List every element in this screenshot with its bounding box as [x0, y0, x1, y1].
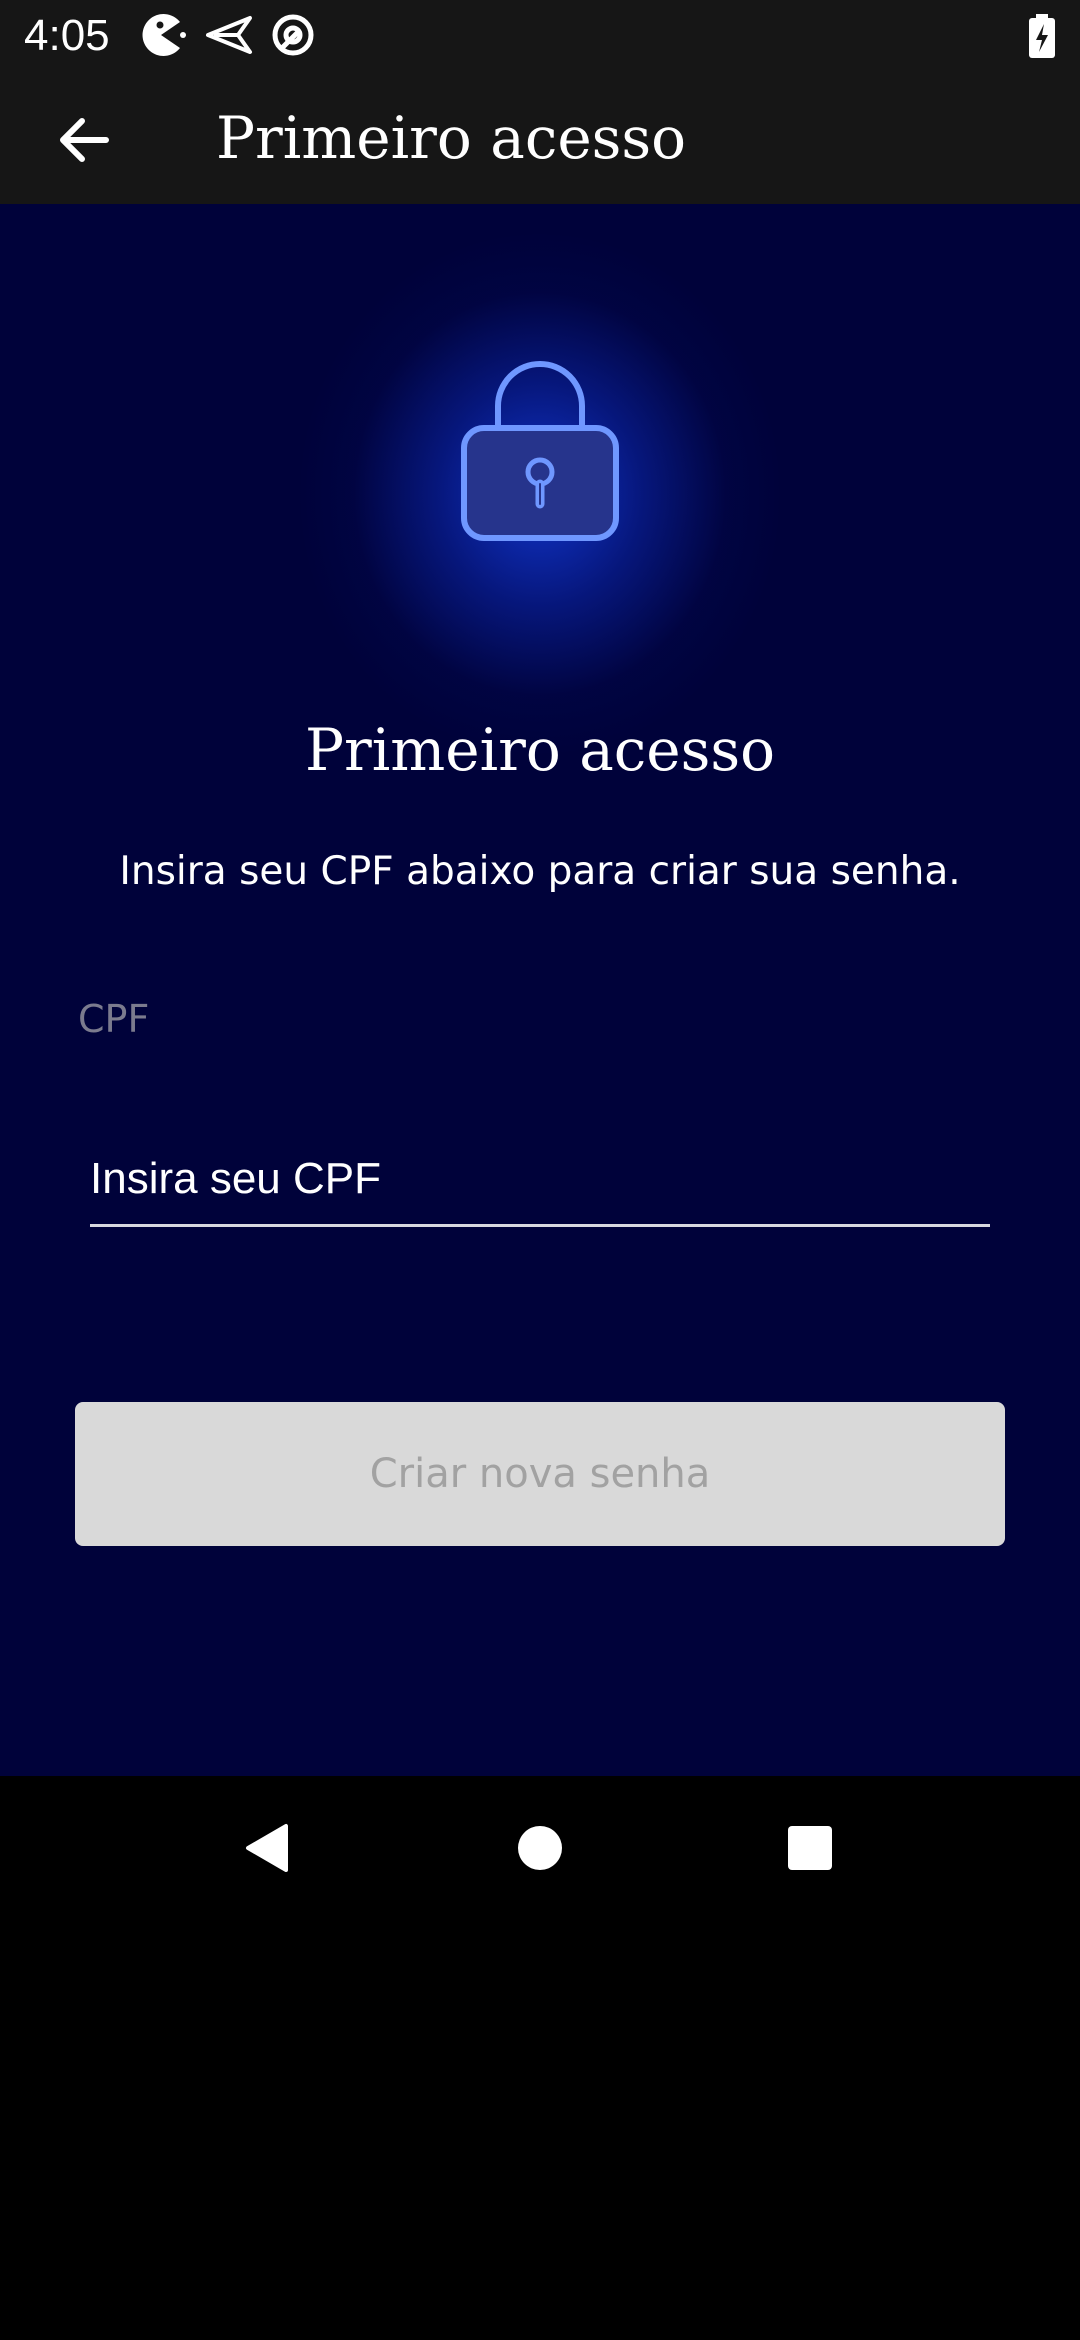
- circle-home-icon: [518, 1826, 562, 1870]
- send-notification-icon: [206, 16, 252, 54]
- create-password-button[interactable]: Criar nova senha: [75, 1402, 1005, 1546]
- back-button[interactable]: [44, 104, 124, 176]
- main-content: Primeiro acesso Insira seu CPF abaixo pa…: [0, 204, 1080, 1776]
- screen: 4:05 Primeiro acesso Primeiro acesso Ins…: [0, 0, 1080, 2340]
- navigation-bar: [0, 1776, 1080, 1920]
- cpf-label: CPF: [78, 997, 150, 1041]
- page-title: Primeiro acesso: [304, 716, 776, 784]
- appbar-title: Primeiro acesso: [216, 104, 687, 172]
- square-recents-icon: [788, 1826, 832, 1870]
- cpf-input[interactable]: [90, 1134, 990, 1224]
- app-bar: Primeiro acesso: [0, 72, 1080, 204]
- battery-charging-icon: [1029, 14, 1055, 58]
- nav-recents-button[interactable]: [760, 1798, 860, 1898]
- bottom-area: [0, 1920, 1080, 2340]
- cpf-field: [90, 1134, 990, 1227]
- lock-icon: [461, 361, 619, 541]
- pacman-notification-icon: [142, 14, 186, 56]
- triangle-back-icon: [246, 1824, 288, 1872]
- at-sign-notification-icon: [272, 14, 314, 56]
- arrow-left-icon: [60, 118, 109, 162]
- nav-back-button[interactable]: [218, 1798, 318, 1898]
- nav-home-button[interactable]: [490, 1798, 590, 1898]
- page-subtitle: Insira seu CPF abaixo para criar sua sen…: [119, 849, 961, 894]
- status-bar: 4:05: [0, 0, 1080, 72]
- status-time: 4:05: [24, 11, 110, 60]
